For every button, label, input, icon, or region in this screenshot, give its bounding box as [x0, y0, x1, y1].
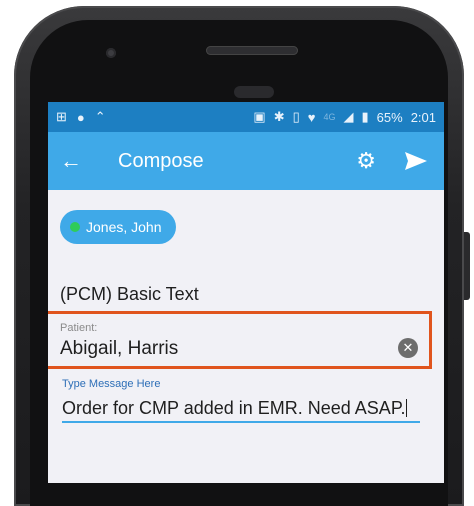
nfc-icon: ▣	[253, 109, 266, 124]
signal-icon: ◢	[343, 109, 354, 124]
online-status-dot	[70, 222, 80, 232]
patient-field[interactable]: Abigail, Harris	[60, 338, 178, 360]
page-title: Compose	[118, 149, 204, 172]
send-icon[interactable]	[404, 151, 428, 171]
front-camera	[106, 48, 116, 58]
clear-patient-icon[interactable]: ✕	[398, 338, 418, 358]
status-bar: ⊞ ● ⌃ ▣ ✱ ▯ ♥ 4G ◢ ▮ 65% 2:01	[48, 102, 444, 132]
power-button	[464, 232, 470, 300]
clock: 2:01	[410, 109, 436, 125]
patient-label: Patient:	[60, 322, 98, 334]
message-text: Order for CMP added in EMR. Need ASAP.	[62, 398, 406, 418]
back-arrow-icon[interactable]: ←	[60, 148, 90, 174]
subject-field[interactable]: (PCM) Basic Text	[60, 284, 432, 305]
vibrate-icon: ▯	[292, 109, 300, 124]
recipient-chip[interactable]: Jones, John	[60, 210, 176, 244]
recipient-name: Jones, John	[86, 219, 162, 235]
phone-screen: ⊞ ● ⌃ ▣ ✱ ▯ ♥ 4G ◢ ▮ 65% 2:01 ← Compose …	[48, 102, 444, 483]
bluetooth-icon: ✱	[273, 109, 285, 124]
lte-icon: 4G	[323, 112, 336, 122]
wifi-icon: ♥	[307, 109, 316, 125]
gear-icon[interactable]: ⚙	[356, 148, 376, 174]
message-label: Type Message Here	[62, 378, 161, 390]
battery-percent: 65%	[376, 109, 403, 125]
notification-icon: ⌃	[94, 109, 106, 124]
compose-form: Jones, John (PCM) Basic Text	[48, 190, 444, 305]
app-toolbar: ← Compose ⚙	[48, 132, 444, 190]
sim-icon: ⊞	[56, 109, 67, 124]
earpiece-speaker	[206, 46, 298, 55]
message-input[interactable]: Order for CMP added in EMR. Need ASAP.	[62, 397, 420, 423]
android-icon: ●	[76, 109, 85, 125]
text-cursor	[405, 399, 407, 417]
battery-icon: ▮	[361, 109, 369, 124]
proximity-sensor	[234, 86, 274, 98]
